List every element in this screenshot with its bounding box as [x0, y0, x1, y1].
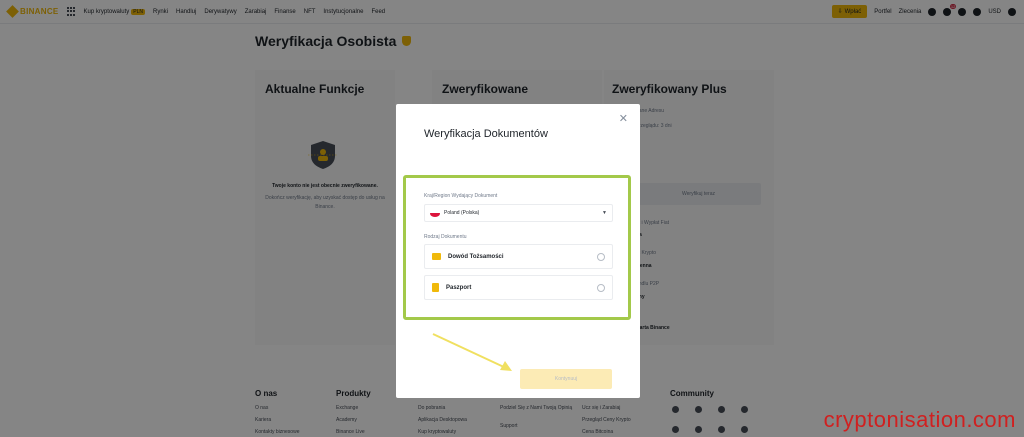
option-passport-label: Paszport: [446, 284, 472, 291]
option-id-card-radio[interactable]: [597, 252, 605, 261]
annotation-arrow: [432, 333, 512, 371]
country-label: Kraj/Region Wydający Dokument: [424, 193, 498, 199]
country-value: Poland (Polska): [444, 210, 480, 216]
option-id-card[interactable]: Dowód Tożsamości: [424, 244, 613, 269]
option-passport-radio[interactable]: [597, 283, 605, 292]
poland-flag-icon: [430, 209, 440, 217]
option-passport[interactable]: Paszport: [424, 275, 613, 300]
option-id-card-label: Dowód Tożsamości: [448, 253, 504, 260]
id-card-icon: [432, 253, 441, 260]
country-select[interactable]: Poland (Polska) ▼: [424, 204, 613, 222]
chevron-down-icon: ▼: [602, 210, 607, 216]
watermark-text: cryptonisation.com: [823, 407, 1016, 432]
modal-title: Weryfikacja Dokumentów: [424, 128, 548, 140]
close-icon[interactable]: ✕: [619, 112, 628, 125]
passport-icon: [432, 283, 439, 292]
document-type-label: Rodzaj Dokumentu: [424, 234, 467, 240]
continue-button[interactable]: Kontynuuj: [520, 369, 612, 389]
